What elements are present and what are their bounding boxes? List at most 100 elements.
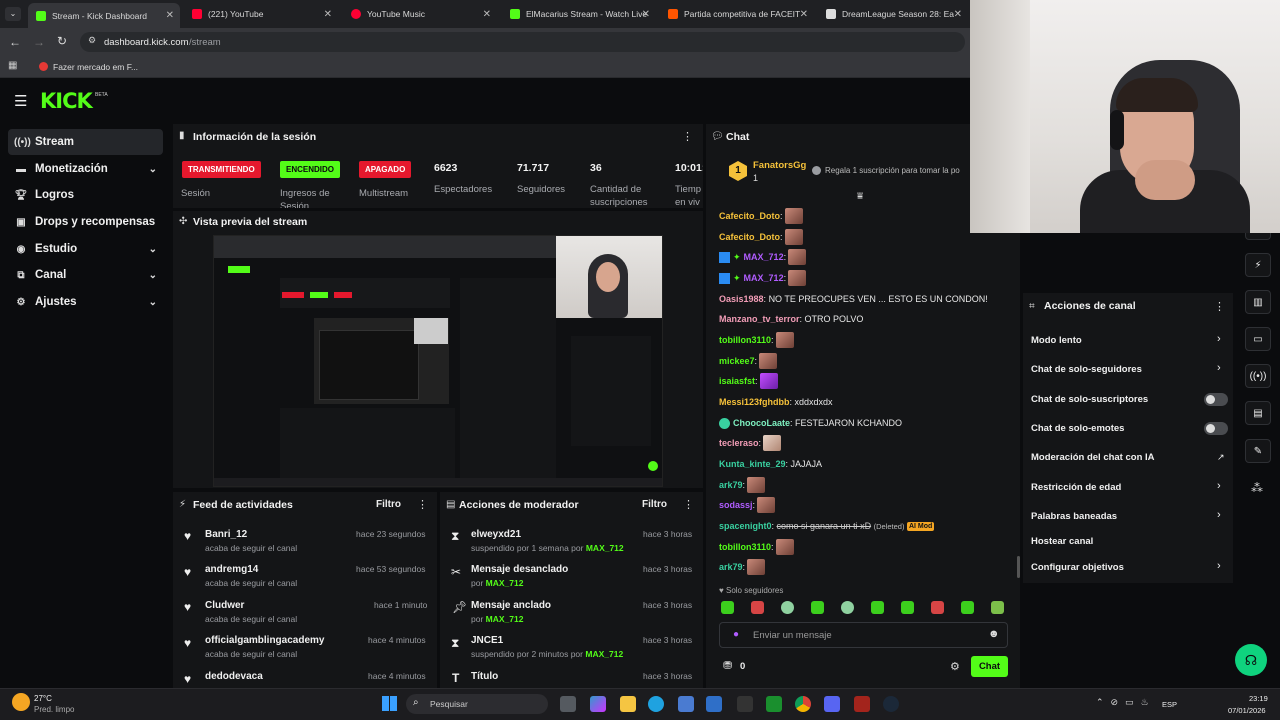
clipboard-icon[interactable]: ▥ [1245,290,1271,314]
task-view-icon[interactable] [560,696,576,712]
url-field[interactable]: ⚙ dashboard.kick.com /stream [80,32,965,52]
chat-message[interactable]: ark79: [719,477,766,493]
action-age-restriction[interactable]: Restricción de edad [1031,482,1121,493]
chat-username[interactable]: MAX_712 [744,252,784,262]
sidebar-item-monetizacion[interactable]: ▬ Monetización ⌄ [8,156,163,182]
outlook-icon[interactable] [706,696,722,712]
activity-user[interactable]: Banri_12 [205,529,247,540]
start-icon[interactable] [382,696,397,711]
chat-username[interactable]: tecleraso [719,438,759,448]
chat-username[interactable]: Kunta_kinte_29 [719,459,786,469]
chat-message[interactable]: spacenight0: como si ganara un ti xD (De… [719,518,935,534]
tab-youtube[interactable]: (221) YouTube ✕ [184,2,338,26]
bookmark-item[interactable]: Fazer mercado em F... [53,62,138,72]
subscribers-only-toggle[interactable] [1204,393,1228,406]
close-tab-icon[interactable]: ✕ [954,9,962,20]
more-options-icon[interactable]: ⋮ [683,498,694,511]
close-tab-icon[interactable]: ✕ [642,9,650,20]
chat-message[interactable]: Cafecito_Doto: [719,208,803,224]
mod-target[interactable]: Título [471,671,498,682]
emoji-picker-icon[interactable]: ☻ [988,628,1000,640]
mod-user[interactable]: MAX_712 [586,543,624,553]
action-ai-moderation[interactable]: Moderación del chat con IA [1031,452,1155,463]
action-host-channel[interactable]: Hostear canal [1031,536,1093,547]
chat-message[interactable]: ✦ MAX_712: [719,249,807,265]
chat-username[interactable]: sodassj [719,500,753,510]
close-tab-icon[interactable]: ✕ [800,9,808,20]
action-banned-words[interactable]: Palabras baneadas [1031,511,1117,522]
chat-message[interactable]: ark79: [719,559,766,575]
action-configure-goals[interactable]: Configurar objetivos [1031,562,1124,573]
sidebar-item-drops[interactable]: ▣ Drops y recompensas [8,209,163,235]
emote-icon[interactable] [901,601,914,614]
weather-temp[interactable]: 27°C [34,694,52,703]
chat-username[interactable]: tobillon3110 [719,335,771,345]
taskbar-search[interactable]: ⌕ Pesquisar [406,694,548,714]
copilot-icon[interactable] [590,696,606,712]
chat-settings-icon[interactable]: ⚙ [950,660,960,673]
mod-target[interactable]: JNCE1 [471,635,503,646]
tab-list-button[interactable]: ⌄ [5,7,21,21]
chat-message[interactable]: ✦ MAX_712: [719,270,807,286]
wrench-icon[interactable]: ✎ [1245,439,1271,463]
chat-message[interactable]: Kunta_kinte_29: JAJAJA [719,456,822,472]
chat-message[interactable]: tobillon3110: [719,539,794,555]
chat-username[interactable]: tobillon3110 [719,542,771,552]
action-followers-only[interactable]: Chat de solo-seguidores [1031,364,1142,375]
apps-icon[interactable]: ▦ [8,60,17,71]
site-info-icon[interactable]: ⚙ [88,35,96,46]
chevron-right-icon[interactable]: › [1217,509,1221,521]
steam-icon[interactable] [883,696,899,712]
filter-button[interactable]: Filtro [376,499,401,510]
chat-username[interactable]: Cafecito_Doto [719,211,780,221]
reload-icon[interactable]: ↻ [57,34,67,48]
sidebar-item-ajustes[interactable]: ⚙ Ajustes ⌄ [8,289,163,315]
chat-username[interactable]: Cafecito_Doto [719,232,780,242]
microphone-icon[interactable]: ● [733,629,739,640]
send-chat-button[interactable]: Chat [971,656,1008,677]
action-subscribers-only[interactable]: Chat de solo-suscriptores [1031,394,1148,405]
chat-username[interactable]: isaiasfst [719,376,755,386]
chat-message[interactable]: mickee7: [719,353,778,369]
chevron-right-icon[interactable]: › [1217,480,1221,492]
mod-target[interactable]: Mensaje anclado [471,600,551,611]
kick-logo[interactable]: KICK [40,89,93,113]
more-options-icon[interactable]: ⋮ [682,130,693,143]
close-tab-icon[interactable]: ✕ [324,9,332,20]
chat-message[interactable]: Oasis1988: NO TE PREOCUPES VEN ... ESTO … [719,291,988,307]
chat-username[interactable]: MAX_712 [744,273,784,283]
chat-message[interactable]: Manzano_tv_terror: OTRO POLVO [719,311,863,327]
emote-icon[interactable] [811,601,824,614]
app-icon[interactable] [737,696,753,712]
chat-message[interactable]: Cafecito_Doto: [719,229,803,245]
chevron-right-icon[interactable]: › [1217,560,1221,572]
sidebar-item-stream[interactable]: ((•)) Stream [8,129,163,155]
chat-message[interactable]: tecleraso: [719,435,782,451]
chat-username[interactable]: ark79 [719,562,743,572]
weather-icon[interactable] [12,693,30,711]
close-tab-icon[interactable]: ✕ [483,9,491,20]
broadcast-icon[interactable]: ((•)) [1245,364,1271,388]
forward-icon[interactable]: → [33,35,45,49]
action-slow-mode[interactable]: Modo lento [1031,335,1082,346]
apps-grid-icon[interactable]: ⁂ [1251,481,1263,495]
emote-icon[interactable] [781,601,794,614]
tab-kick-dashboard[interactable]: Stream - Kick Dashboard ✕ [28,3,180,28]
clock-time[interactable]: 23:19 [1249,694,1268,703]
collapse-pinned-icon[interactable]: ⩸ [857,191,863,202]
chat-username[interactable]: Messi123fghdbb [719,397,790,407]
chat-message[interactable]: Messi123fghdbb: xddxdxdx [719,394,833,410]
chat-message[interactable]: isaiasfst: [719,373,778,389]
mod-user[interactable]: MAX_712 [486,614,524,624]
tray-icons[interactable]: ⌃⊘▭♨ [1096,697,1156,708]
filter-button[interactable]: Filtro [642,499,667,510]
channel-points-icon[interactable]: ⛃ [723,659,732,672]
message-icon[interactable]: ▭ [1245,327,1271,351]
activity-user[interactable]: dedodevaca [205,671,263,682]
chat-username[interactable]: ChoocoLaate [733,418,790,428]
dota-icon[interactable] [854,696,870,712]
close-tab-icon[interactable]: ✕ [166,10,174,21]
tab-faceit[interactable]: Partida competitiva de FACEIT ✕ [660,2,814,26]
action-emotes-only[interactable]: Chat de solo-emotes [1031,423,1124,434]
chat-username[interactable]: Manzano_tv_terror [719,314,800,324]
